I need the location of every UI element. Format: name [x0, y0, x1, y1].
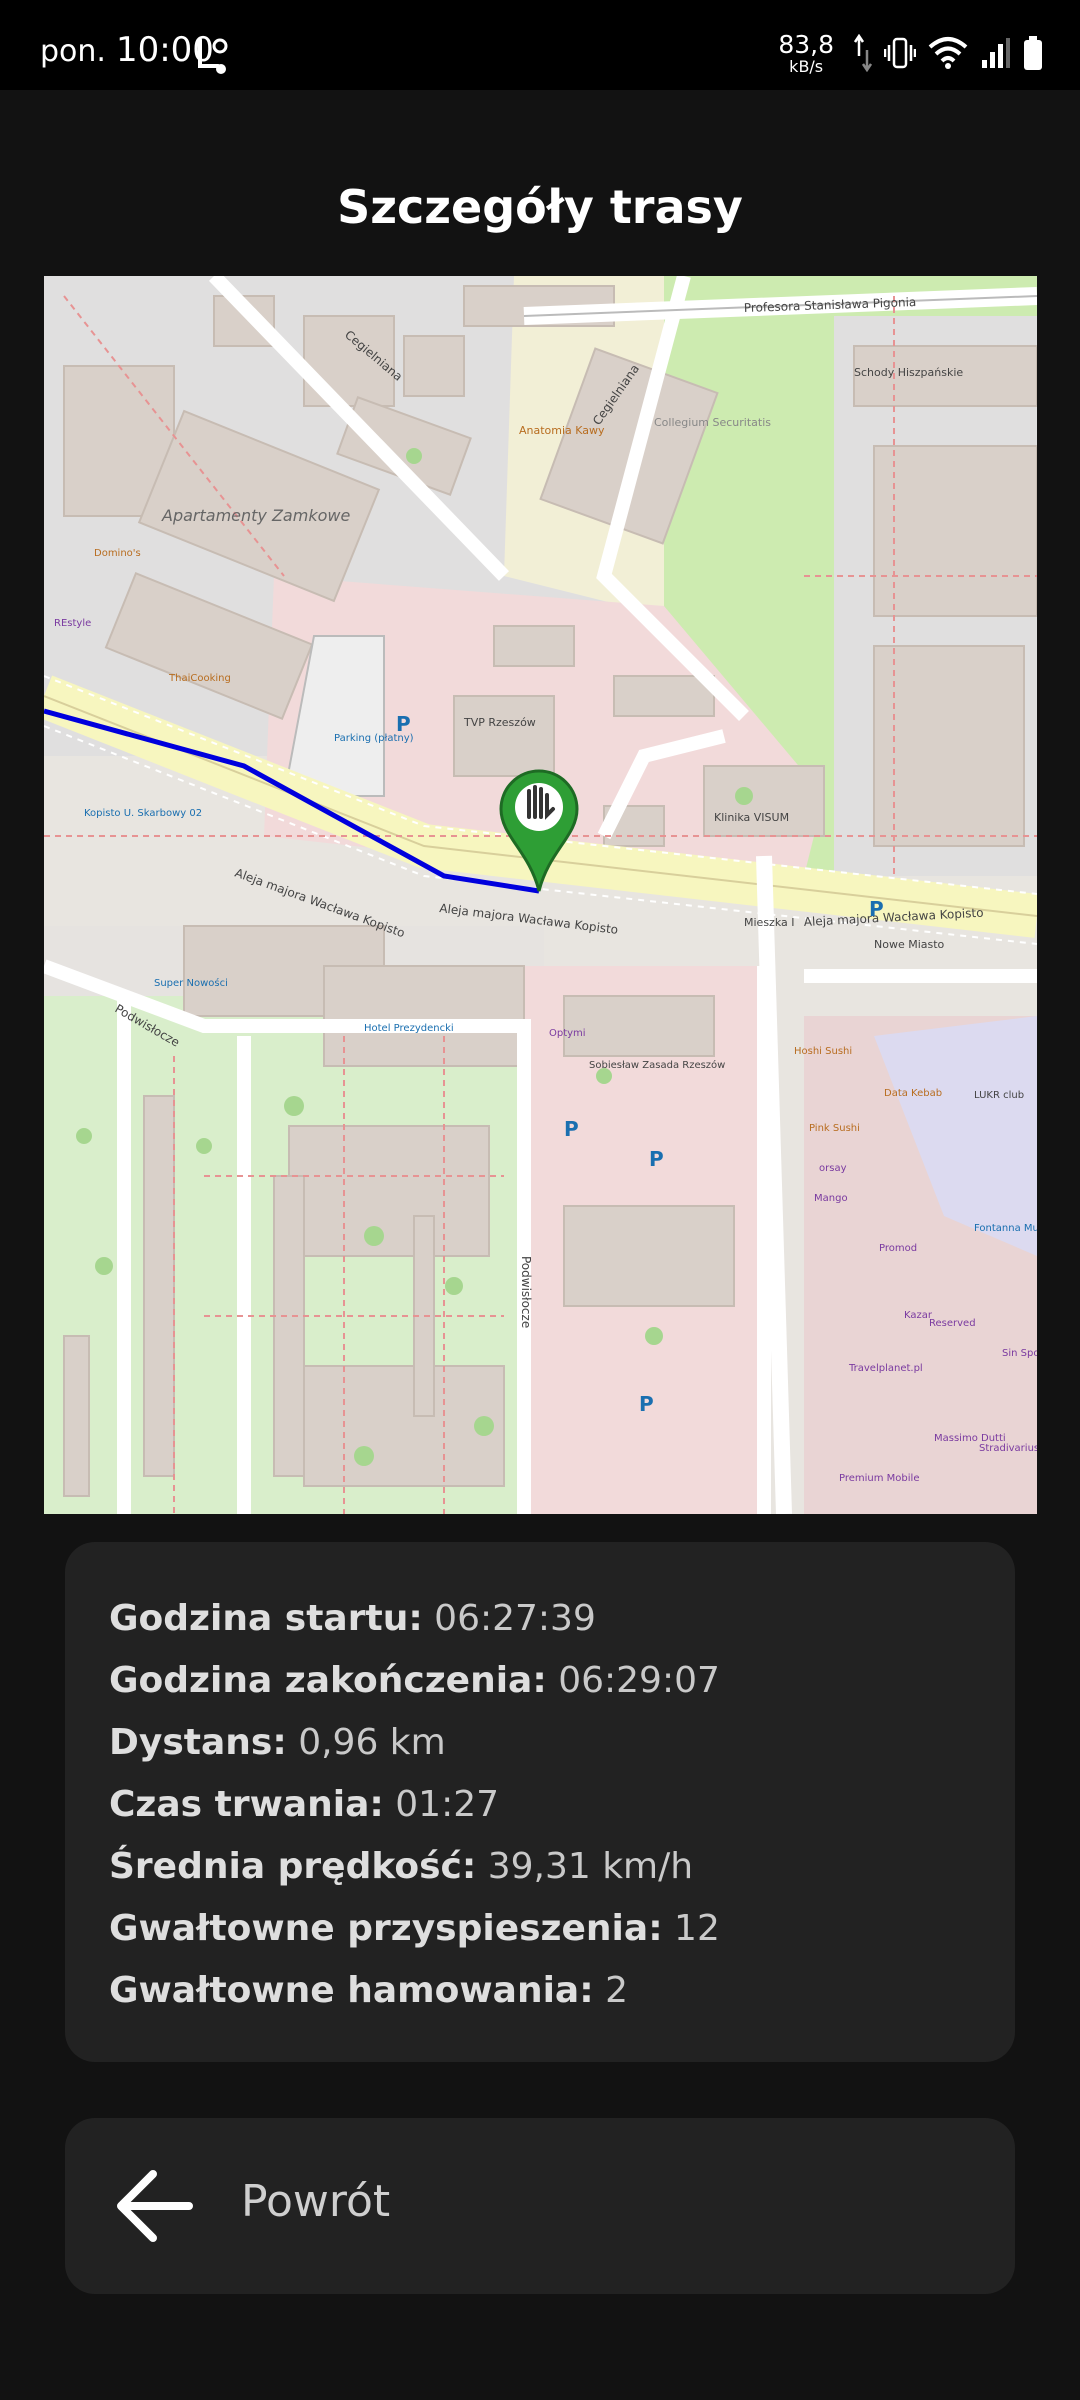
page-title: Szczegóły trasy [337, 180, 743, 234]
map-label-hotel: Hotel Prezydencki [364, 1023, 454, 1034]
detail-duration: Czas trwania: 01:27 [109, 1784, 500, 1825]
detail-avg-speed: Średnia prędkość: 39,31 km/h [109, 1846, 694, 1887]
map-label-tvp: TVP Rzeszów [463, 716, 536, 729]
map-label-podwislocze-2: Podwisłocze [519, 1256, 533, 1328]
map-canvas[interactable]: Aleja majora Wacława Kopisto Aleja major… [44, 276, 1037, 1514]
map-label-dominos: Domino's [94, 548, 141, 559]
vibrate-icon [884, 37, 916, 69]
map-label-pink-sushi: Pink Sushi [809, 1123, 860, 1134]
detail-end-time: Godzina zakończenia: 06:29:07 [109, 1660, 720, 1701]
map-label-fontanna: Fontanna Multimedialna [974, 1223, 1037, 1234]
map-label-apartamenty: Apartamenty Zamkowe [161, 506, 350, 525]
svg-text:P: P [869, 897, 884, 921]
data-arrows-icon [854, 34, 872, 72]
map-label-data-kebab: Data Kebab [884, 1088, 942, 1099]
map-label-restyle: REstyle [54, 618, 91, 629]
map-label-anatomia: Anatomia Kawy [519, 424, 605, 437]
map-label-stradivarius: Stradivarius [979, 1443, 1037, 1454]
detail-hard-braking: Gwałtowne hamowania: 2 [109, 1970, 628, 2011]
battery-icon [1024, 36, 1042, 70]
back-button[interactable]: Powrót [65, 2118, 1015, 2294]
map-label-reserved: Reserved [929, 1318, 976, 1329]
map-label-premium: Premium Mobile [839, 1473, 919, 1484]
detail-distance: Dystans: 0,96 km [109, 1722, 446, 1763]
signal-icon [982, 38, 1010, 68]
map-label-mango: Mango [814, 1193, 848, 1204]
status-day: pon. [40, 34, 106, 69]
wifi-icon [928, 37, 968, 69]
network-speed: 83,8 kB/s [778, 29, 834, 76]
route-details-card: Godzina startu: 06:27:39 Godzina zakończ… [65, 1542, 1015, 2062]
map-label-mieszka: Mieszka I [744, 916, 794, 929]
map-label-sinsay: Sin Spot Mi [1002, 1348, 1037, 1359]
route-map[interactable]: Aleja majora Wacława Kopisto Aleja major… [44, 276, 1037, 1514]
map-label-sobieslaw: Sobiesław Zasada Rzeszów [589, 1059, 725, 1071]
map-label-optymi: Optymi [549, 1028, 586, 1039]
svg-text:P: P [649, 1147, 664, 1171]
map-label-lukr: LUKR club [974, 1090, 1024, 1101]
map-label-super-nowosci: Super Nowości [154, 977, 228, 989]
map-label-kopisto-stop: Kopisto U. Skarbowy 02 [84, 808, 202, 819]
detail-start-time: Godzina startu: 06:27:39 [109, 1598, 596, 1639]
map-label-orsay: orsay [819, 1163, 847, 1174]
svg-text:P: P [564, 1117, 579, 1141]
map-label-nowe-miasto: Nowe Miasto [874, 938, 945, 951]
map-label-hoshi: Hoshi Sushi [794, 1046, 852, 1057]
detail-hard-acceleration: Gwałtowne przyspieszenia: 12 [109, 1908, 720, 1949]
map-label-klinika: Klinika VISUM [714, 811, 789, 824]
map-label-thai: ThaiCooking [168, 673, 231, 684]
map-label-promod: Promod [879, 1243, 917, 1254]
map-label-schody: Schody Hiszpańskie [854, 366, 963, 379]
map-label-collegium: Collegium Securitatis [654, 416, 771, 429]
map-label-travelplanet: Travelplanet.pl [848, 1363, 923, 1374]
arrow-left-icon [117, 2170, 193, 2242]
svg-text:P: P [639, 1392, 654, 1416]
svg-text:P: P [396, 712, 411, 736]
back-button-label: Powrót [241, 2176, 391, 2227]
status-bar: pon. 10:00 83,8 kB/s [0, 0, 1080, 90]
location-icon [198, 38, 228, 74]
